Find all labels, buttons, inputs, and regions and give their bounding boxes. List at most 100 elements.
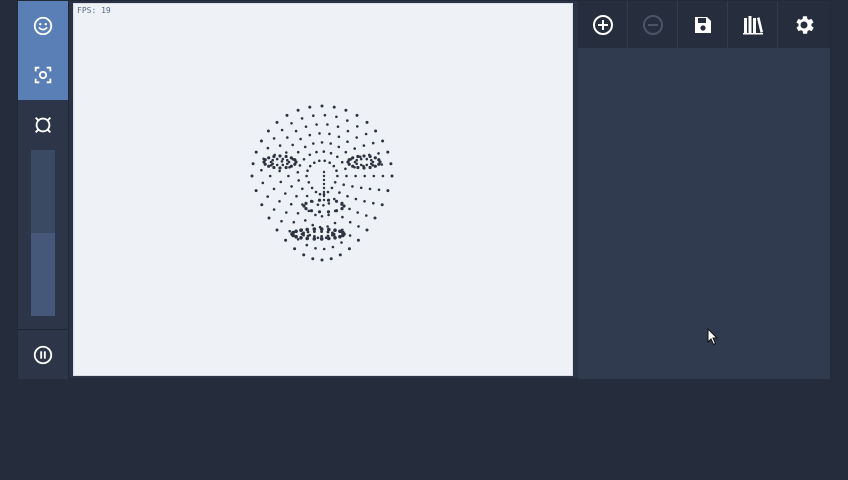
landmark-point (308, 133, 312, 137)
landmark-point (342, 204, 346, 208)
landmark-point (333, 228, 337, 232)
landmark-point (389, 162, 393, 166)
pause-button[interactable] (18, 330, 68, 380)
landmark-point (296, 212, 300, 215)
landmark-point (251, 162, 255, 166)
brightness-button[interactable] (18, 100, 68, 150)
landmark-point (346, 119, 349, 122)
landmark-point (344, 150, 348, 154)
landmark-point (346, 140, 349, 143)
landmark-point (335, 115, 338, 119)
slider-fill (31, 233, 55, 316)
landmark-point (368, 187, 372, 191)
landmark-point (300, 117, 304, 120)
landmark-point (266, 129, 270, 133)
landmark-point (322, 150, 326, 153)
landmark-point (347, 158, 351, 162)
landmark-point (359, 186, 363, 190)
remove-button[interactable] (628, 1, 678, 48)
landmark-point (348, 220, 352, 224)
landmark-point (254, 189, 258, 193)
landmark-point (318, 132, 321, 135)
landmark-point (338, 234, 342, 239)
landmark-point (281, 163, 285, 167)
landmark-point (340, 241, 343, 244)
landmark-point (278, 144, 282, 147)
landmark-point (278, 154, 282, 158)
landmark-point (308, 164, 312, 168)
landmark-point (310, 186, 314, 190)
landmark-point (351, 156, 355, 160)
landmark-point (356, 125, 359, 128)
landmark-point (263, 158, 267, 162)
face-mesh-toggle-button[interactable] (18, 1, 68, 51)
landmark-point (307, 209, 311, 213)
landmark-point (373, 156, 377, 160)
settings-button[interactable] (778, 1, 830, 48)
landmark-point (293, 247, 297, 251)
add-button[interactable] (578, 1, 628, 48)
right-toolbar (578, 1, 830, 48)
landmark-point (326, 234, 330, 238)
landmark-point (333, 181, 337, 184)
landmark-point (312, 142, 315, 145)
landmark-point (340, 201, 344, 205)
landmark-point (328, 161, 331, 164)
brightness-slider[interactable] (31, 150, 55, 316)
landmark-point (260, 168, 263, 172)
landmark-point (332, 105, 336, 109)
landmark-point (289, 202, 293, 206)
smiley-icon (33, 16, 53, 36)
landmark-point (284, 192, 287, 195)
landmark-point (267, 216, 271, 220)
save-button[interactable] (678, 1, 728, 48)
landmark-point (328, 132, 331, 136)
landmark-point (356, 238, 360, 242)
landmark-point (365, 120, 369, 124)
landmark-point (357, 225, 360, 228)
landmark-point (351, 185, 354, 188)
landmark-point (295, 194, 298, 198)
library-button[interactable] (728, 1, 778, 48)
landmark-point (290, 122, 293, 125)
landmark-point (285, 113, 289, 117)
library-icon (742, 15, 763, 34)
landmark-point (305, 174, 308, 178)
landmark-point (363, 174, 367, 178)
save-icon (694, 16, 711, 33)
landmark-point (326, 123, 329, 126)
landmark-point (354, 174, 357, 178)
landmark-point (302, 204, 306, 208)
landmark-point (341, 215, 344, 219)
landmark-point (254, 150, 258, 154)
video-canvas[interactable]: FPS: 19 (73, 3, 573, 376)
left-toolbar (18, 1, 69, 379)
landmark-point (316, 203, 320, 206)
landmark-point (333, 197, 336, 201)
brightness-circle-icon (35, 117, 51, 133)
face-scan-button[interactable] (18, 50, 68, 100)
landmark-point (289, 164, 293, 168)
landmark-point (356, 154, 360, 159)
landmark-point (362, 166, 366, 170)
landmark-point (363, 200, 366, 203)
landmark-point (359, 157, 363, 161)
landmark-point (386, 189, 390, 193)
landmark-point (267, 156, 271, 160)
landmark-point (304, 219, 307, 222)
landmark-point (314, 247, 317, 250)
landmark-point (362, 144, 366, 147)
landmark-point (368, 154, 372, 159)
landmark-point (279, 180, 283, 184)
landmark-point (346, 194, 349, 198)
landmark-point (288, 229, 291, 233)
landmark-point (377, 162, 381, 166)
landmark-point (323, 159, 326, 163)
landmark-point (373, 164, 377, 168)
landmark-point (286, 162, 289, 166)
landmark-point (299, 137, 302, 141)
landmark-point (381, 174, 385, 178)
landmark-point (320, 141, 324, 144)
landmark-point (303, 145, 307, 149)
landmark-point (267, 164, 271, 168)
